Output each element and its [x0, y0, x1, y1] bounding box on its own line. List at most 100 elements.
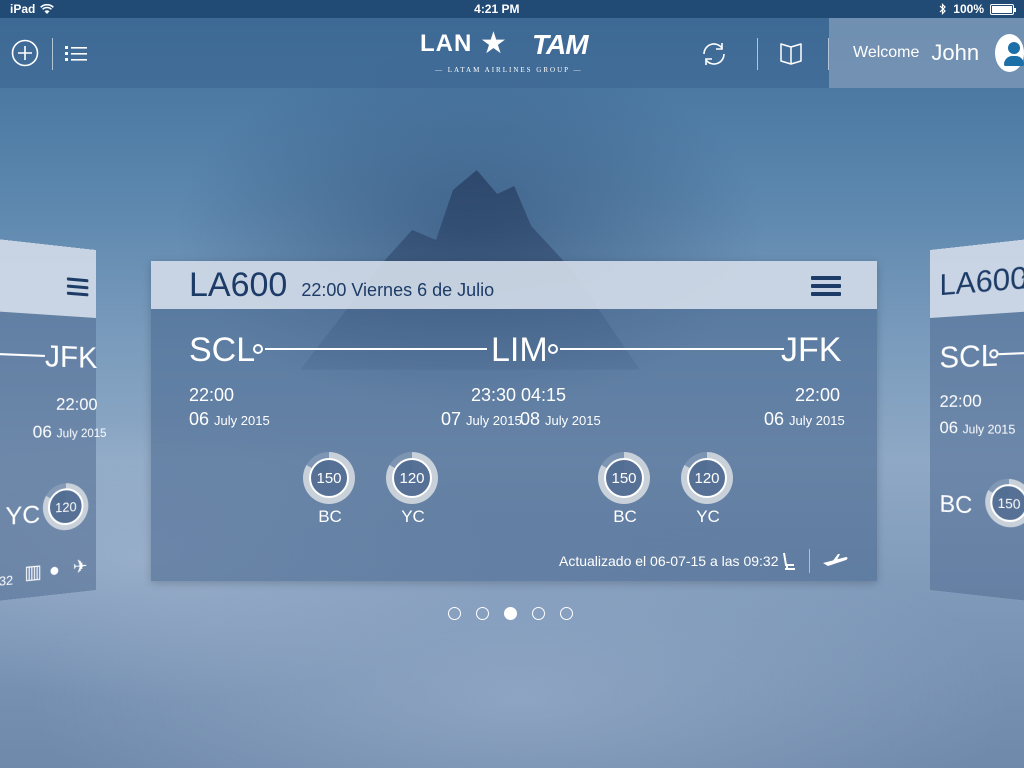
battery-percent: 100% — [953, 2, 984, 16]
user-welcome[interactable]: Welcome John — [829, 18, 1024, 88]
list-button[interactable] — [64, 42, 88, 64]
route-line — [998, 351, 1024, 356]
seat-label: BC — [939, 490, 973, 520]
time: 22:00 — [55, 394, 98, 415]
seat-availability: 150 BC — [303, 452, 357, 527]
day: 06 — [32, 422, 52, 442]
destination-code: JFK — [44, 339, 98, 376]
page-dot[interactable] — [532, 607, 545, 620]
stop-departure-time: 04:15 — [521, 385, 567, 405]
seat-class: BC — [613, 507, 637, 526]
seat-value: 150 — [604, 458, 644, 498]
seat-gauge: 120 — [42, 482, 89, 532]
destination-date: 06 July 2015 — [764, 409, 845, 430]
user-name: John — [931, 40, 980, 65]
seat-gauge: 150 — [303, 452, 355, 504]
day: 06 — [764, 409, 785, 429]
month-year: July 2015 — [214, 413, 270, 428]
flight-card-next[interactable]: LA600 2 SCL 22:00 06 July 2015 BC 150 — [930, 239, 1024, 601]
wifi-icon — [40, 3, 55, 14]
welcome-label: Welcome — [853, 44, 920, 61]
divider — [809, 549, 810, 573]
seat-value: 150 — [309, 458, 349, 498]
route-line — [0, 353, 45, 357]
date: 06 July 2015 — [33, 422, 107, 443]
seat-availability: 120 YC — [386, 452, 440, 527]
divider — [757, 38, 758, 70]
origin-date: 06 July 2015 — [189, 409, 270, 430]
page-dot[interactable] — [560, 607, 573, 620]
page-dot[interactable] — [448, 607, 461, 620]
route-line — [560, 348, 784, 350]
plane-icon[interactable] — [822, 553, 848, 569]
stop-code: LIM — [491, 331, 548, 369]
sync-icon — [703, 43, 725, 65]
sync-button[interactable] — [698, 38, 730, 70]
stop-departure-date: 08 July 2015 — [520, 409, 601, 430]
card-header: LA600 22:00 Viernes 6 de Julio — [151, 261, 877, 309]
plus-circle-icon — [11, 39, 39, 67]
avatar[interactable] — [995, 34, 1024, 72]
menu-icon[interactable] — [811, 276, 841, 296]
card-header: LA600 2 — [930, 239, 1024, 318]
seat-gauge: 120 — [386, 452, 438, 504]
month-year: July 2015 — [56, 425, 107, 441]
logo-group: — LATAM AIRLINES GROUP — — [435, 66, 583, 74]
page-dot[interactable] — [476, 607, 489, 620]
stop-arrival-date: 07 July 2015 — [441, 409, 522, 430]
seat-class: YC — [401, 507, 425, 526]
seat-value: 120 — [687, 458, 727, 498]
flight-number: LA600 — [189, 265, 288, 304]
origin-code: SCL — [939, 338, 998, 375]
destination-code: JFK — [781, 331, 842, 369]
stop-arrival-time: 23:30 — [471, 385, 517, 405]
page-dot-active[interactable] — [504, 607, 517, 620]
day: 08 — [520, 409, 541, 429]
status-bar: iPad 4:21 PM 100% — [0, 0, 1024, 18]
card-footer-actions — [781, 549, 848, 573]
month-year: July 2015 — [962, 422, 1016, 437]
add-button[interactable] — [10, 38, 40, 68]
month-year: July 2015 — [789, 413, 845, 428]
person-icon: ● — [48, 559, 60, 581]
route: SCL LIM JFK — [189, 331, 842, 371]
list-icon — [65, 46, 87, 61]
seat-gauge: 150 — [985, 478, 1024, 529]
day: 07 — [441, 409, 462, 429]
seat-icon[interactable] — [781, 551, 797, 571]
updated-timestamp: Actualizado el 06-07-15 a las 09:32 — [559, 553, 779, 569]
guide-button[interactable] — [776, 40, 806, 68]
origin-time: 22:00 — [189, 385, 235, 405]
month-year: July 2015 — [545, 413, 601, 428]
pagination — [448, 607, 573, 620]
seat-value: 120 — [47, 487, 84, 527]
route-node — [253, 344, 263, 354]
seat-value: 150 — [990, 483, 1024, 524]
menu-icon[interactable] — [66, 277, 89, 299]
clock: 4:21 PM — [474, 2, 520, 16]
route-line — [265, 348, 487, 350]
month-year: July 2015 — [466, 413, 522, 428]
flight-date: 22:00 Viernes 6 de Julio — [301, 279, 495, 300]
hand-luggage-icon: ▥ — [24, 560, 42, 584]
destination-time: 22:00 — [795, 385, 841, 405]
flight-card-previous[interactable]: JFK 22:00 06 July 2015 YC 120 32 ▥ ● ✈ — [0, 239, 106, 601]
partial-text: 32 — [0, 572, 14, 590]
book-icon — [780, 43, 802, 65]
flight-number: LA600 — [939, 260, 1024, 303]
flight-card[interactable]: LA600 22:00 Viernes 6 de Julio SCL LIM J… — [151, 261, 877, 581]
device-name: iPad — [10, 2, 36, 16]
latam-logo: LAN ★ TAM — LATAM AIRLINES GROUP — — [420, 26, 610, 78]
seat-class: BC — [318, 507, 342, 526]
partial-text: 2 — [1020, 270, 1024, 293]
origin-code: SCL — [189, 331, 256, 369]
seat-availability: 150 BC — [598, 452, 652, 527]
bluetooth-icon — [939, 3, 947, 15]
seat-class: YC — [696, 507, 720, 526]
battery-icon — [990, 3, 1016, 15]
seat-availability: 120 YC — [681, 452, 735, 527]
card-header — [0, 239, 97, 318]
time: 22:00 — [939, 391, 982, 411]
divider — [52, 38, 53, 70]
route-node — [548, 344, 558, 354]
